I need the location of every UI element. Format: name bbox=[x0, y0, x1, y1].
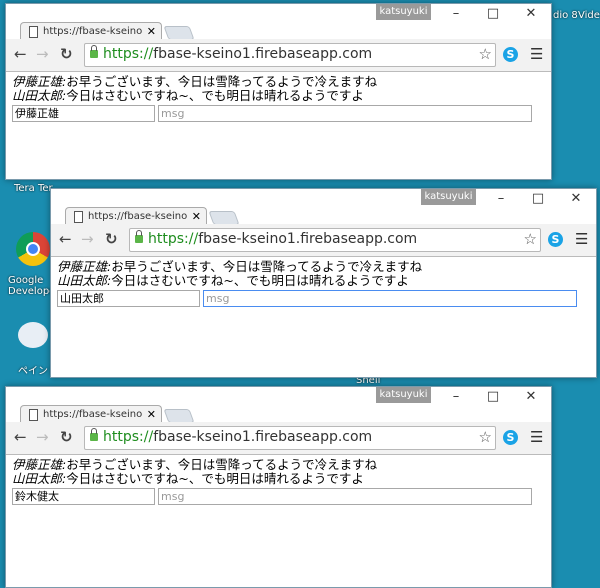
tab-title: https://fbase-kseino1.fireb bbox=[43, 409, 143, 420]
message-author: 山田太郎: bbox=[12, 471, 67, 486]
skype-icon[interactable]: S bbox=[548, 232, 563, 247]
minimize-button[interactable]: – bbox=[441, 6, 471, 21]
url-scheme: https:// bbox=[148, 231, 199, 247]
chrome-desktop-icon[interactable] bbox=[16, 232, 50, 266]
name-input[interactable]: 鈴木健太 bbox=[12, 488, 155, 505]
close-window-button[interactable]: ✕ bbox=[516, 389, 546, 404]
tab-title: https://fbase-kseino1.fireb bbox=[88, 211, 188, 222]
address-bar[interactable]: https://fbase-kseino1.firebaseapp.com ☆ bbox=[84, 426, 496, 450]
url-scheme: https:// bbox=[103, 46, 154, 62]
toolbar: ← → ↻ https://fbase-kseino1.firebaseapp.… bbox=[6, 39, 551, 72]
message-author: 山田太郎: bbox=[12, 88, 67, 103]
msg-input[interactable]: msg bbox=[158, 105, 532, 122]
msg-input[interactable]: msg bbox=[203, 290, 577, 307]
forward-icon[interactable]: → bbox=[81, 230, 94, 248]
maximize-button[interactable]: □ bbox=[478, 6, 508, 21]
message-text: お早うございます、今日は雪降ってるようで冷えますね bbox=[111, 259, 423, 274]
message: 山田太郎:今日はさむいですね~、でも明日は晴れるようですよ bbox=[12, 472, 377, 486]
message-text: 今日はさむいですね~、でも明日は晴れるようですよ bbox=[111, 273, 409, 288]
message: 山田太郎:今日はさむいですね~、でも明日は晴れるようですよ bbox=[57, 274, 422, 288]
close-tab-icon[interactable]: ✕ bbox=[147, 23, 156, 40]
url-host: fbase-kseino1.firebaseapp.com bbox=[153, 46, 373, 62]
page-icon bbox=[29, 409, 38, 421]
message-text: お早うございます、今日は雪降ってるようで冷えますね bbox=[66, 74, 378, 89]
msg-input[interactable]: msg bbox=[158, 488, 532, 505]
back-icon[interactable]: ← bbox=[14, 45, 27, 63]
browser-window: katsuyuki – □ ✕ https://fbase-kseino1.fi… bbox=[5, 386, 552, 588]
new-tab-button[interactable] bbox=[208, 211, 240, 225]
menu-icon[interactable]: ☰ bbox=[575, 230, 588, 248]
message-list: 伊藤正雄:お早うございます、今日は雪降ってるようで冷えますね 山田太郎:今日はさ… bbox=[57, 260, 422, 288]
page-icon bbox=[74, 211, 83, 223]
back-icon[interactable]: ← bbox=[14, 428, 27, 446]
star-icon[interactable]: ☆ bbox=[524, 230, 537, 248]
url-host: fbase-kseino1.firebaseapp.com bbox=[153, 429, 373, 445]
desktop-label[interactable]: Google Develope bbox=[8, 275, 55, 297]
paint-desktop-icon[interactable] bbox=[18, 322, 48, 348]
forward-icon[interactable]: → bbox=[36, 45, 49, 63]
profile-badge[interactable]: katsuyuki bbox=[376, 4, 431, 20]
maximize-button[interactable]: □ bbox=[523, 191, 553, 206]
star-icon[interactable]: ☆ bbox=[479, 428, 492, 446]
new-tab-button[interactable] bbox=[163, 409, 195, 423]
name-input[interactable]: 伊藤正雄 bbox=[12, 105, 155, 122]
message: 山田太郎:今日はさむいですね~、でも明日は晴れるようですよ bbox=[12, 89, 377, 103]
url-scheme: https:// bbox=[103, 429, 154, 445]
message: 伊藤正雄:お早うございます、今日は雪降ってるようで冷えますね bbox=[12, 458, 377, 472]
toolbar: ← → ↻ https://fbase-kseino1.firebaseapp.… bbox=[51, 224, 596, 257]
toolbar: ← → ↻ https://fbase-kseino1.firebaseapp.… bbox=[6, 422, 551, 455]
address-bar[interactable]: https://fbase-kseino1.firebaseapp.com ☆ bbox=[84, 43, 496, 67]
reload-icon[interactable]: ↻ bbox=[60, 428, 73, 446]
reload-icon[interactable]: ↻ bbox=[105, 230, 118, 248]
message: 伊藤正雄:お早うございます、今日は雪降ってるようで冷えますね bbox=[12, 75, 377, 89]
message: 伊藤正雄:お早うございます、今日は雪降ってるようで冷えますね bbox=[57, 260, 422, 274]
name-input[interactable]: 山田太郎 bbox=[57, 290, 200, 307]
close-window-button[interactable]: ✕ bbox=[561, 191, 591, 206]
message-text: お早うございます、今日は雪降ってるようで冷えますね bbox=[66, 457, 378, 472]
tab[interactable]: https://fbase-kseino1.fireb ✕ bbox=[65, 207, 207, 225]
message-author: 伊藤正雄: bbox=[12, 457, 67, 472]
profile-badge[interactable]: katsuyuki bbox=[421, 189, 476, 205]
tab[interactable]: https://fbase-kseino1.fireb ✕ bbox=[20, 405, 162, 423]
lock-icon bbox=[90, 428, 98, 441]
forward-icon[interactable]: → bbox=[36, 428, 49, 446]
maximize-button[interactable]: □ bbox=[478, 389, 508, 404]
minimize-button[interactable]: – bbox=[441, 389, 471, 404]
tab-title: https://fbase-kseino1.fireb bbox=[43, 26, 143, 37]
reload-icon[interactable]: ↻ bbox=[60, 45, 73, 63]
tab[interactable]: https://fbase-kseino1.fireb ✕ bbox=[20, 22, 162, 40]
back-icon[interactable]: ← bbox=[59, 230, 72, 248]
star-icon[interactable]: ☆ bbox=[479, 45, 492, 63]
menu-icon[interactable]: ☰ bbox=[530, 428, 543, 446]
page-icon bbox=[29, 26, 38, 38]
new-tab-button[interactable] bbox=[163, 26, 195, 40]
address-bar[interactable]: https://fbase-kseino1.firebaseapp.com ☆ bbox=[129, 228, 541, 252]
desktop-label[interactable]: Tera Ter bbox=[14, 183, 53, 194]
browser-window: katsuyuki – □ ✕ https://fbase-kseino1.fi… bbox=[50, 188, 597, 378]
tab-strip: https://fbase-kseino1.fireb ✕ bbox=[6, 404, 551, 423]
skype-icon[interactable]: S bbox=[503, 430, 518, 445]
url-host: fbase-kseino1.firebaseapp.com bbox=[198, 231, 418, 247]
close-tab-icon[interactable]: ✕ bbox=[147, 406, 156, 423]
skype-icon[interactable]: S bbox=[503, 47, 518, 62]
message-text: 今日はさむいですね~、でも明日は晴れるようですよ bbox=[66, 88, 364, 103]
tab-strip: https://fbase-kseino1.fireb ✕ bbox=[6, 21, 551, 40]
desktop-label[interactable]: Video bbox=[578, 10, 600, 21]
minimize-button[interactable]: – bbox=[486, 191, 516, 206]
close-window-button[interactable]: ✕ bbox=[516, 6, 546, 21]
lock-icon bbox=[135, 230, 143, 243]
desktop-label[interactable]: dio 8 bbox=[553, 10, 578, 21]
message-list: 伊藤正雄:お早うございます、今日は雪降ってるようで冷えますね 山田太郎:今日はさ… bbox=[12, 458, 377, 486]
tab-strip: https://fbase-kseino1.fireb ✕ bbox=[51, 206, 596, 225]
menu-icon[interactable]: ☰ bbox=[530, 45, 543, 63]
message-author: 伊藤正雄: bbox=[57, 259, 112, 274]
message-author: 山田太郎: bbox=[57, 273, 112, 288]
browser-window: katsuyuki – □ ✕ https://fbase-kseino1.fi… bbox=[5, 3, 552, 180]
lock-icon bbox=[90, 45, 98, 58]
message-list: 伊藤正雄:お早うございます、今日は雪降ってるようで冷えますね 山田太郎:今日はさ… bbox=[12, 75, 377, 103]
message-text: 今日はさむいですね~、でも明日は晴れるようですよ bbox=[66, 471, 364, 486]
profile-badge[interactable]: katsuyuki bbox=[376, 387, 431, 403]
close-tab-icon[interactable]: ✕ bbox=[192, 208, 201, 225]
message-author: 伊藤正雄: bbox=[12, 74, 67, 89]
